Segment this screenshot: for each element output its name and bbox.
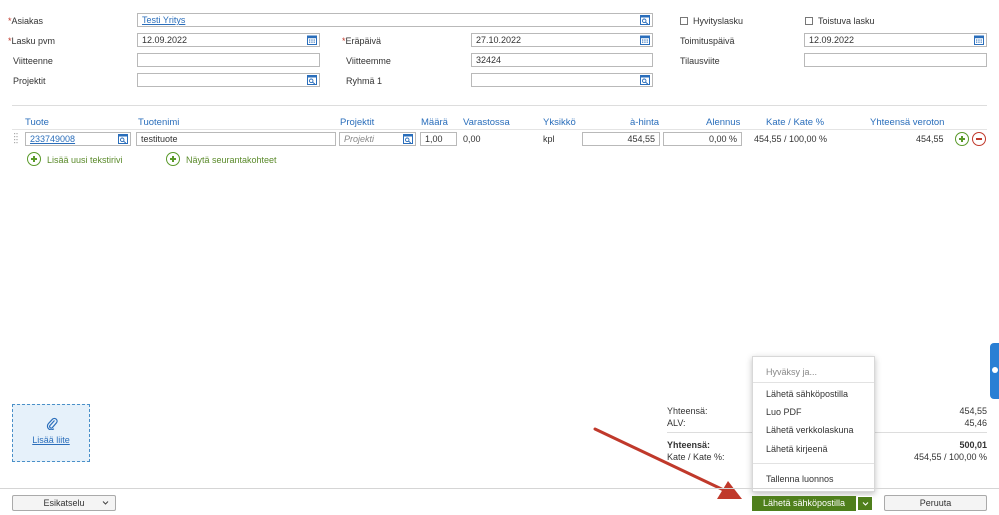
col-discount: Alennus <box>706 117 741 128</box>
chevron-down-icon <box>862 502 869 506</box>
projects-label: Projektit <box>13 76 46 86</box>
annotation-arrow <box>593 427 742 499</box>
search-list-icon[interactable] <box>640 15 650 25</box>
search-list-icon[interactable] <box>403 134 413 144</box>
total-value: 500,01 <box>959 440 987 450</box>
product-field[interactable]: 233749008 <box>25 132 131 146</box>
calendar-icon[interactable] <box>974 35 984 45</box>
col-in-stock: Varastossa <box>463 117 510 128</box>
search-list-icon[interactable] <box>640 75 650 85</box>
remove-row-icon[interactable] <box>972 132 986 146</box>
unit-value[interactable]: kpl <box>543 134 555 144</box>
our-ref-field[interactable]: 32424 <box>471 53 653 67</box>
your-ref-label: Viitteenne <box>13 56 53 66</box>
add-row-icon[interactable] <box>955 132 969 146</box>
drag-handle-icon[interactable] <box>14 132 18 146</box>
customer-label: *Asiakas <box>8 16 44 26</box>
customer-field[interactable]: Testi Yritys <box>137 13 653 27</box>
menu-item-approve[interactable]: Hyväksy ja... <box>766 367 817 377</box>
menu-item-send-einvoice[interactable]: Lähetä verkkolaskuna <box>766 425 854 435</box>
send-options-toggle[interactable] <box>857 496 873 511</box>
col-unit: Yksikkö <box>543 117 576 128</box>
projects-field[interactable] <box>137 73 320 87</box>
search-list-icon[interactable] <box>307 75 317 85</box>
vat-value: 45,46 <box>964 418 987 428</box>
chevron-down-icon <box>102 501 109 505</box>
feedback-side-tab[interactable] <box>990 343 999 399</box>
calendar-icon[interactable] <box>307 35 317 45</box>
calendar-icon[interactable] <box>640 35 650 45</box>
col-total: Yhteensä veroton <box>870 117 945 128</box>
invoice-date-label: *Lasku pvm <box>8 36 56 46</box>
add-circle-icon[interactable] <box>27 152 41 166</box>
row-total-value: 454,55 <box>916 134 944 144</box>
preview-label: Esikatselu <box>43 498 85 508</box>
menu-item-send-email[interactable]: Lähetä sähköpostilla <box>766 389 848 399</box>
footer-divider <box>0 488 999 489</box>
delivery-date-label: Toimituspäivä <box>680 36 735 46</box>
divider <box>12 105 987 106</box>
subtotal-label: Yhteensä: <box>667 406 708 416</box>
menu-item-create-pdf[interactable]: Luo PDF <box>766 407 802 417</box>
divider <box>12 129 987 130</box>
col-quantity: Määrä <box>421 117 448 128</box>
cancel-button[interactable]: Peruuta <box>884 495 987 511</box>
col-projects: Projektit <box>340 117 375 128</box>
menu-divider <box>753 382 874 383</box>
menu-item-save-draft[interactable]: Tallenna luonnos <box>766 474 834 484</box>
product-name-field[interactable]: testituote <box>136 132 336 146</box>
credit-invoice-label: Hyvityslasku <box>693 16 744 26</box>
in-stock-value: 0,00 <box>463 134 481 144</box>
preview-button[interactable]: Esikatselu <box>12 495 116 511</box>
search-list-icon[interactable] <box>118 134 128 144</box>
delivery-date-field[interactable]: 12.09.2022 <box>804 33 987 47</box>
send-options-menu: Hyväksy ja... Lähetä sähköpostilla Luo P… <box>752 356 875 492</box>
add-attachment-label[interactable]: Lisää liite <box>13 435 89 445</box>
group-label: Ryhmä 1 <box>346 76 383 86</box>
subtotal-value: 454,55 <box>959 406 987 416</box>
margin-value: 454,55 / 100,00 % <box>754 134 828 144</box>
feedback-icon <box>992 367 998 373</box>
show-tracking-link[interactable]: Näytä seurantakohteet <box>186 155 277 165</box>
paperclip-icon <box>46 416 58 431</box>
due-date-label: *Eräpäivä <box>342 36 382 46</box>
margin-total-value: 454,55 / 100,00 % <box>913 452 987 462</box>
add-circle-icon[interactable] <box>166 152 180 166</box>
unit-price-field[interactable]: 454,55 <box>582 132 660 146</box>
col-margin: Kate / Kate % <box>766 117 825 128</box>
quantity-field[interactable]: 1,00 <box>420 132 457 146</box>
credit-invoice-checkbox[interactable] <box>680 17 688 25</box>
add-attachment-area[interactable]: Lisää liite <box>12 404 90 462</box>
our-ref-label: Viitteemme <box>346 56 391 66</box>
col-product-name: Tuotenimi <box>138 117 180 128</box>
your-ref-field[interactable] <box>137 53 320 67</box>
group-field[interactable] <box>471 73 653 87</box>
order-ref-field[interactable] <box>804 53 987 67</box>
invoice-date-field[interactable]: 12.09.2022 <box>137 33 320 47</box>
discount-field[interactable]: 0,00 % <box>663 132 742 146</box>
project-field[interactable]: Projekti <box>339 132 416 146</box>
col-product: Tuote <box>25 117 49 128</box>
recurring-invoice-label: Toistuva lasku <box>818 16 875 26</box>
customer-value[interactable]: Testi Yritys <box>142 15 185 25</box>
recurring-invoice-checkbox[interactable] <box>805 17 813 25</box>
menu-divider <box>753 463 874 464</box>
due-date-field[interactable]: 27.10.2022 <box>471 33 653 47</box>
col-unit-price: à-hinta <box>630 117 660 128</box>
menu-item-send-letter[interactable]: Lähetä kirjeenä <box>766 444 828 454</box>
send-email-button[interactable]: Lähetä sähköpostilla <box>752 496 856 511</box>
add-text-row-link[interactable]: Lisää uusi tekstirivi <box>47 155 123 165</box>
order-ref-label: Tilausviite <box>680 56 720 66</box>
